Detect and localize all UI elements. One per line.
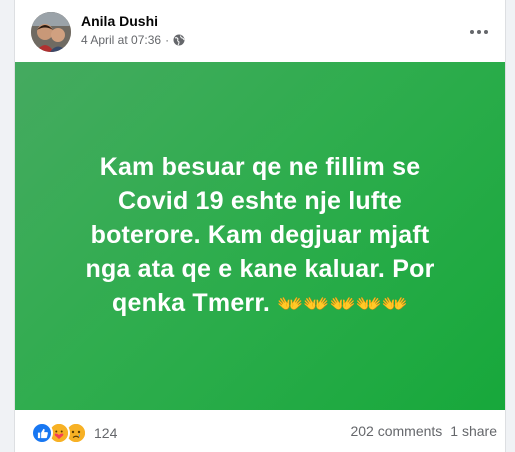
globe-icon[interactable] (173, 34, 185, 46)
comments-count[interactable]: 202 comments (350, 423, 442, 439)
author-name[interactable]: Anila Dushi (81, 13, 158, 29)
open-hands-emoji: 👐👐👐👐👐 (277, 293, 408, 316)
post-footer: 124 202 comments 1 share (15, 410, 505, 452)
post-text: Kam besuar qe ne fillim se Covid 19 esht… (70, 150, 450, 322)
post-header: Anila Dushi 4 April at 07:36 · (15, 0, 505, 60)
shares-count[interactable]: 1 share (450, 423, 497, 439)
post-background-card: Kam besuar qe ne fillim se Covid 19 esht… (15, 62, 505, 410)
reactions-summary[interactable]: 124 (31, 422, 117, 444)
avatar[interactable] (31, 12, 71, 52)
meta-separator: · (165, 33, 170, 47)
post-meta: 4 April at 07:36 · (81, 33, 185, 47)
reaction-count[interactable]: 124 (94, 425, 117, 441)
timestamp[interactable]: 4 April at 07:36 (81, 33, 161, 47)
more-options-icon[interactable] (461, 14, 497, 50)
engagement-stats: 202 comments 1 share (350, 423, 497, 439)
post-card: Anila Dushi 4 April at 07:36 · Kam besua… (14, 0, 506, 452)
like-icon (31, 422, 53, 444)
